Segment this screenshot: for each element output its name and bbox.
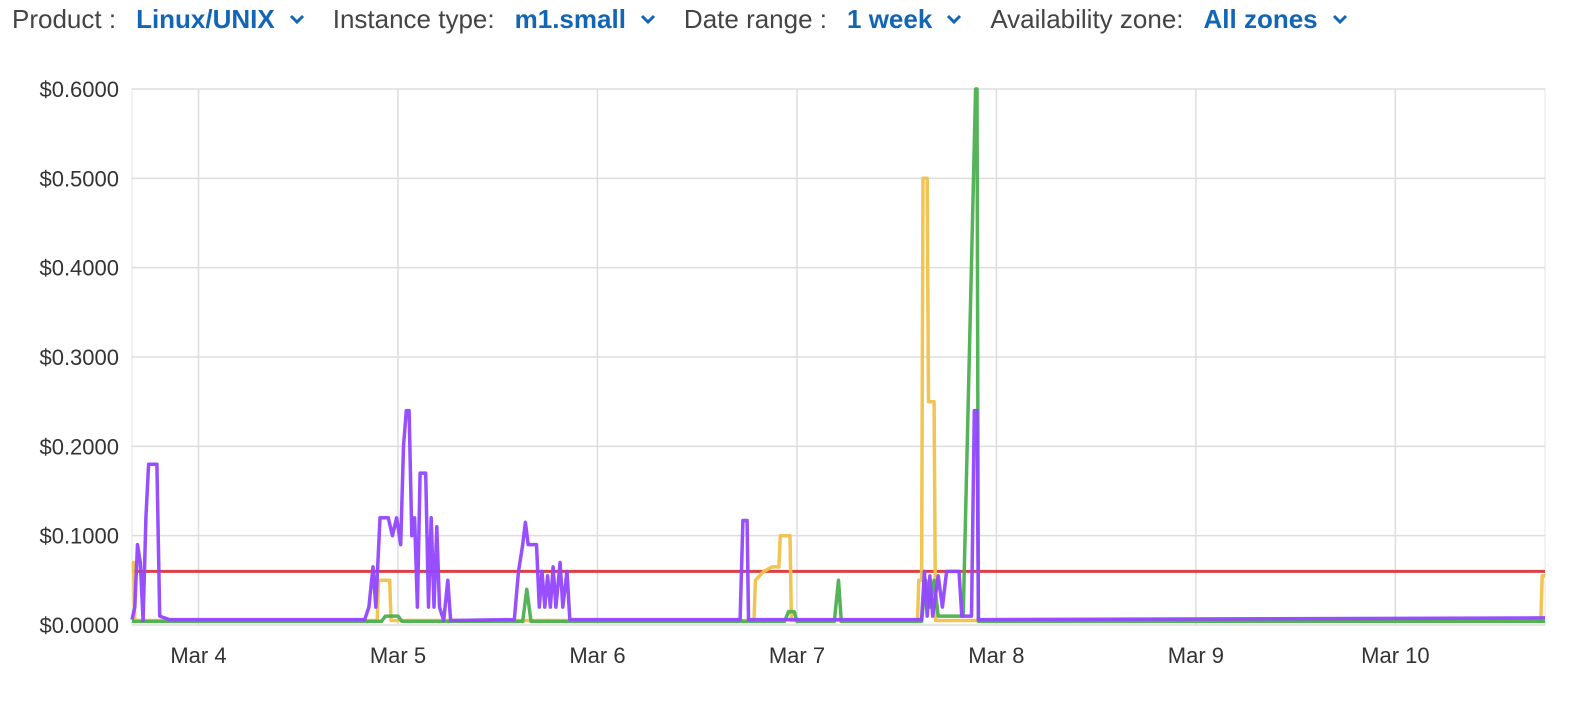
series-layer [130,87,1546,624]
spot-price-chart: $0.0000 $0.1000 $0.2000 $0.3000 $0.4000 $0.50… [39,77,1546,668]
y-tick-label: $0.1000 [39,524,119,549]
x-tick-label: Mar 9 [1168,643,1224,668]
x-tick-label: Mar 10 [1361,643,1429,668]
series-line-2 [131,176,1545,623]
x-tick-label: Mar 4 [170,643,226,668]
y-tick-label: $0.2000 [39,434,119,459]
grid [131,88,1546,626]
x-tick-label: Mar 5 [370,643,426,668]
x-tick-label: Mar 7 [769,643,825,668]
y-tick-label: $0.3000 [39,345,119,370]
y-tick-label: $0.6000 [39,77,119,102]
y-tick-label: $0.0000 [39,613,119,638]
y-tick-label: $0.5000 [39,166,119,191]
axes: $0.0000 $0.1000 $0.2000 $0.3000 $0.4000 $0.50… [39,77,1429,668]
x-tick-label: Mar 8 [968,643,1024,668]
y-tick-label: $0.4000 [39,256,119,281]
series-line-3 [132,87,1545,624]
x-tick-label: Mar 6 [569,643,625,668]
